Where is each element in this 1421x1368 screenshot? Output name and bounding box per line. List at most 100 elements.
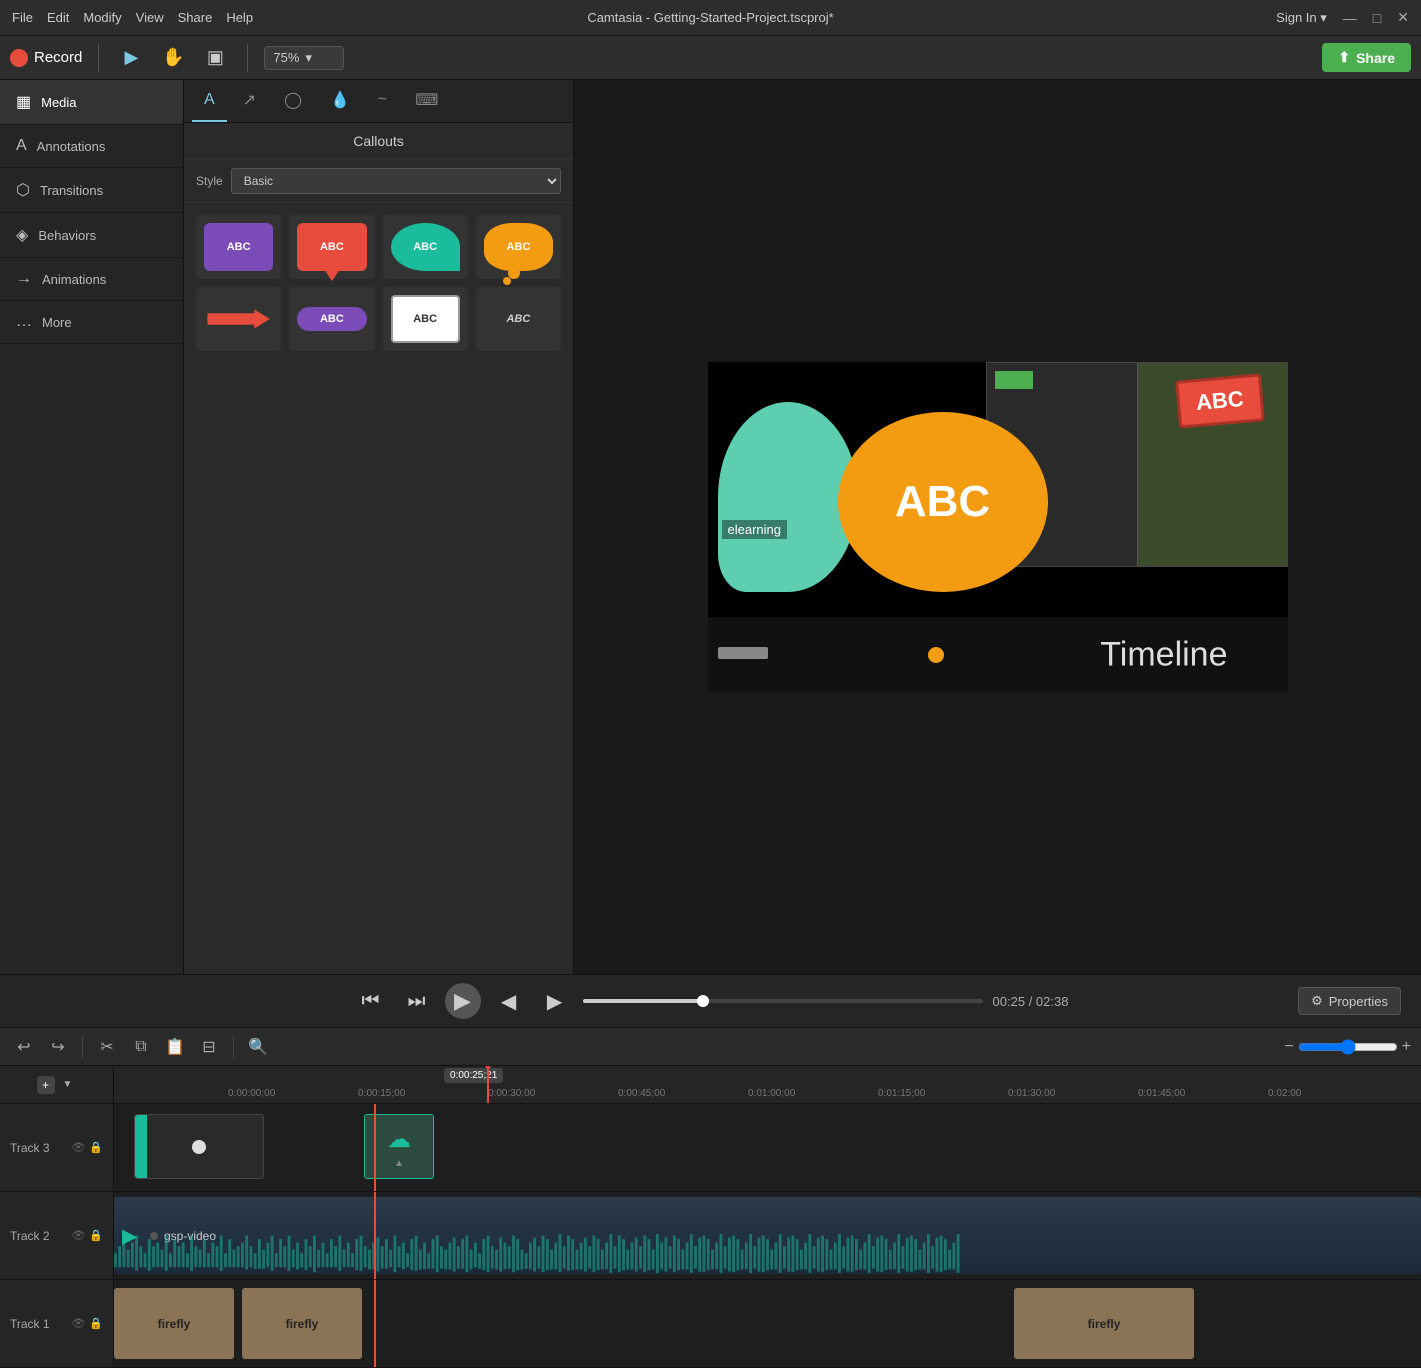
sidebar-item-more[interactable]: … More xyxy=(0,301,183,344)
tab-shape[interactable]: ◯ xyxy=(272,80,314,122)
prev-marker-button[interactable]: ◀ xyxy=(491,983,527,1019)
sidebar-item-behaviors[interactable]: ◈ Behaviors xyxy=(0,213,183,258)
track-1-eye-icon[interactable]: 👁 xyxy=(71,1317,85,1330)
track-2-eye-icon[interactable]: 👁 xyxy=(71,1229,85,1242)
sidebar-label-annotations: Annotations xyxy=(37,139,106,154)
track-3-name: Track 3 xyxy=(10,1141,50,1155)
preview-canvas: ABC ABC elearning Timeline xyxy=(708,362,1288,692)
tab-arrow[interactable]: ↗ xyxy=(231,80,268,122)
play-button[interactable]: ▶ xyxy=(445,983,481,1019)
ruler-3: 0:00:45;00 xyxy=(618,1088,748,1099)
title-bar: File Edit Modify View Share Help Camtasi… xyxy=(0,0,1421,36)
track-2-video-clip[interactable]: ▶ gsp-video xyxy=(114,1197,1421,1274)
callout-purple-rect[interactable]: ABC xyxy=(196,215,281,279)
callout-yellow-cloud[interactable]: ABC xyxy=(476,215,561,279)
menu-share[interactable]: Share xyxy=(178,10,213,25)
step-forward-button[interactable]: ⏭ xyxy=(399,983,435,1019)
hand-tool-button[interactable]: ✋ xyxy=(157,42,189,74)
ruler-1: 0:00:15;00 xyxy=(358,1088,488,1099)
search-button[interactable]: 🔍 xyxy=(244,1033,272,1061)
track-1-playhead xyxy=(374,1280,376,1367)
redo-button[interactable]: ↪ xyxy=(44,1033,72,1061)
track-eye-icon[interactable]: 👁 xyxy=(71,1141,85,1154)
cut-button[interactable]: ✂ xyxy=(93,1033,121,1061)
track-3-clip-1[interactable] xyxy=(134,1114,264,1179)
add-track-button[interactable]: + xyxy=(37,1076,55,1094)
undo-button[interactable]: ↩ xyxy=(10,1033,38,1061)
minimize-button[interactable]: — xyxy=(1343,10,1357,26)
sidebar-item-animations[interactable]: → Animations xyxy=(0,258,183,301)
timeline-tracks: + ▼ 0:00:00;00 0:00:15;00 0:00:30;00 0:0… xyxy=(0,1066,1421,1368)
tab-blur[interactable]: 💧 xyxy=(318,80,362,122)
style-select[interactable]: Basic xyxy=(231,168,561,194)
track-1-clip-2[interactable]: firefly xyxy=(242,1288,362,1359)
panel-title: Callouts xyxy=(184,123,573,160)
toolbar-separator-1 xyxy=(98,44,99,72)
sidebar-label-animations: Animations xyxy=(42,272,106,287)
close-button[interactable]: ✕ xyxy=(1397,9,1409,26)
track-2-icons: 👁 🔒 xyxy=(71,1229,103,1242)
preview-abc-callout: ABC xyxy=(1175,373,1265,428)
callout-white-rect[interactable]: ABC xyxy=(383,287,468,351)
zoom-plus-icon[interactable]: + xyxy=(1402,1038,1411,1056)
sidebar-item-media[interactable]: ▦ Media xyxy=(0,80,183,125)
properties-button[interactable]: ⚙ Properties xyxy=(1298,987,1401,1015)
playback-progress[interactable] xyxy=(583,999,983,1003)
track-1-lock-icon[interactable]: 🔒 xyxy=(89,1317,103,1330)
menu-file[interactable]: File xyxy=(12,10,33,25)
track-2-lock-icon[interactable]: 🔒 xyxy=(89,1229,103,1242)
track-2-content: ▶ gsp-video xyxy=(114,1192,1421,1279)
media-icon: ▦ xyxy=(16,92,31,112)
step-back-button[interactable]: ⏮ xyxy=(353,983,389,1019)
callout-gray-text[interactable]: ABC xyxy=(476,287,561,351)
tl-separator-2 xyxy=(233,1036,234,1058)
next-marker-button[interactable]: ▶ xyxy=(537,983,573,1019)
copy-button[interactable]: ⧉ xyxy=(127,1033,155,1061)
menu-help[interactable]: Help xyxy=(226,10,253,25)
clip-1-label: firefly xyxy=(158,1317,191,1331)
left-sidebar: ▦ Media A Annotations ⬡ Transitions ◈ Be… xyxy=(0,80,184,974)
callout-teal-bubble[interactable]: ABC xyxy=(383,215,468,279)
menu-view[interactable]: View xyxy=(136,10,164,25)
preview-dark-bar: Timeline xyxy=(708,617,1288,692)
maximize-button[interactable]: □ xyxy=(1373,10,1381,26)
menu-modify[interactable]: Modify xyxy=(83,10,121,25)
ruler-area: 0:00:00;00 0:00:15;00 0:00:30;00 0:00:45… xyxy=(114,1066,1421,1103)
track-lock-icon[interactable]: 🔒 xyxy=(89,1141,103,1154)
playback-fill xyxy=(583,999,703,1003)
callout-red-arrow[interactable] xyxy=(196,287,281,351)
collapse-track-button[interactable]: ▼ xyxy=(59,1076,77,1094)
arrow-shape xyxy=(207,309,269,328)
select-tool-button[interactable]: ▶ xyxy=(115,42,147,74)
app-title: Camtasia - Getting-Started-Project.tscpr… xyxy=(587,10,833,25)
zoom-slider[interactable] xyxy=(1298,1039,1398,1055)
transitions-icon: ⬡ xyxy=(16,180,30,200)
split-button[interactable]: ⊟ xyxy=(195,1033,223,1061)
tab-text[interactable]: A xyxy=(192,80,227,122)
waveform-svg xyxy=(114,1232,961,1274)
sidebar-item-transitions[interactable]: ⬡ Transitions xyxy=(0,168,183,213)
menu-bar: File Edit Modify View Share Help xyxy=(12,10,253,25)
zoom-minus-icon[interactable]: − xyxy=(1284,1038,1293,1056)
toolbar-separator-2 xyxy=(247,44,248,72)
sidebar-label-media: Media xyxy=(41,95,76,110)
main-layout: ▦ Media A Annotations ⬡ Transitions ◈ Be… xyxy=(0,80,1421,974)
playhead-time-tag: 0:00:25;21 xyxy=(444,1068,503,1083)
track-1-clip-1[interactable]: firefly xyxy=(114,1288,234,1359)
track-label-3: Track 3 👁 🔒 xyxy=(0,1104,114,1191)
crop-tool-button[interactable]: ▣ xyxy=(199,42,231,74)
zoom-select[interactable]: 75% ▾ xyxy=(264,46,344,70)
tab-keyboard[interactable]: ⌨ xyxy=(403,80,450,122)
callout-red-bubble[interactable]: ABC xyxy=(289,215,374,279)
sign-in-button[interactable]: Sign In ▾ xyxy=(1276,10,1327,26)
callout-purple-pill[interactable]: ABC xyxy=(289,287,374,351)
playback-thumb xyxy=(697,995,709,1007)
track-1-clip-3[interactable]: firefly xyxy=(1014,1288,1194,1359)
record-button[interactable]: Record xyxy=(10,49,82,67)
share-button[interactable]: ⬆ Share xyxy=(1322,43,1411,72)
tab-sketch[interactable]: ~ xyxy=(366,80,399,122)
top-toolbar: Record ▶ ✋ ▣ 75% ▾ ⬆ Share xyxy=(0,36,1421,80)
paste-button[interactable]: 📋 xyxy=(161,1033,189,1061)
sidebar-item-annotations[interactable]: A Annotations xyxy=(0,125,183,168)
menu-edit[interactable]: Edit xyxy=(47,10,69,25)
